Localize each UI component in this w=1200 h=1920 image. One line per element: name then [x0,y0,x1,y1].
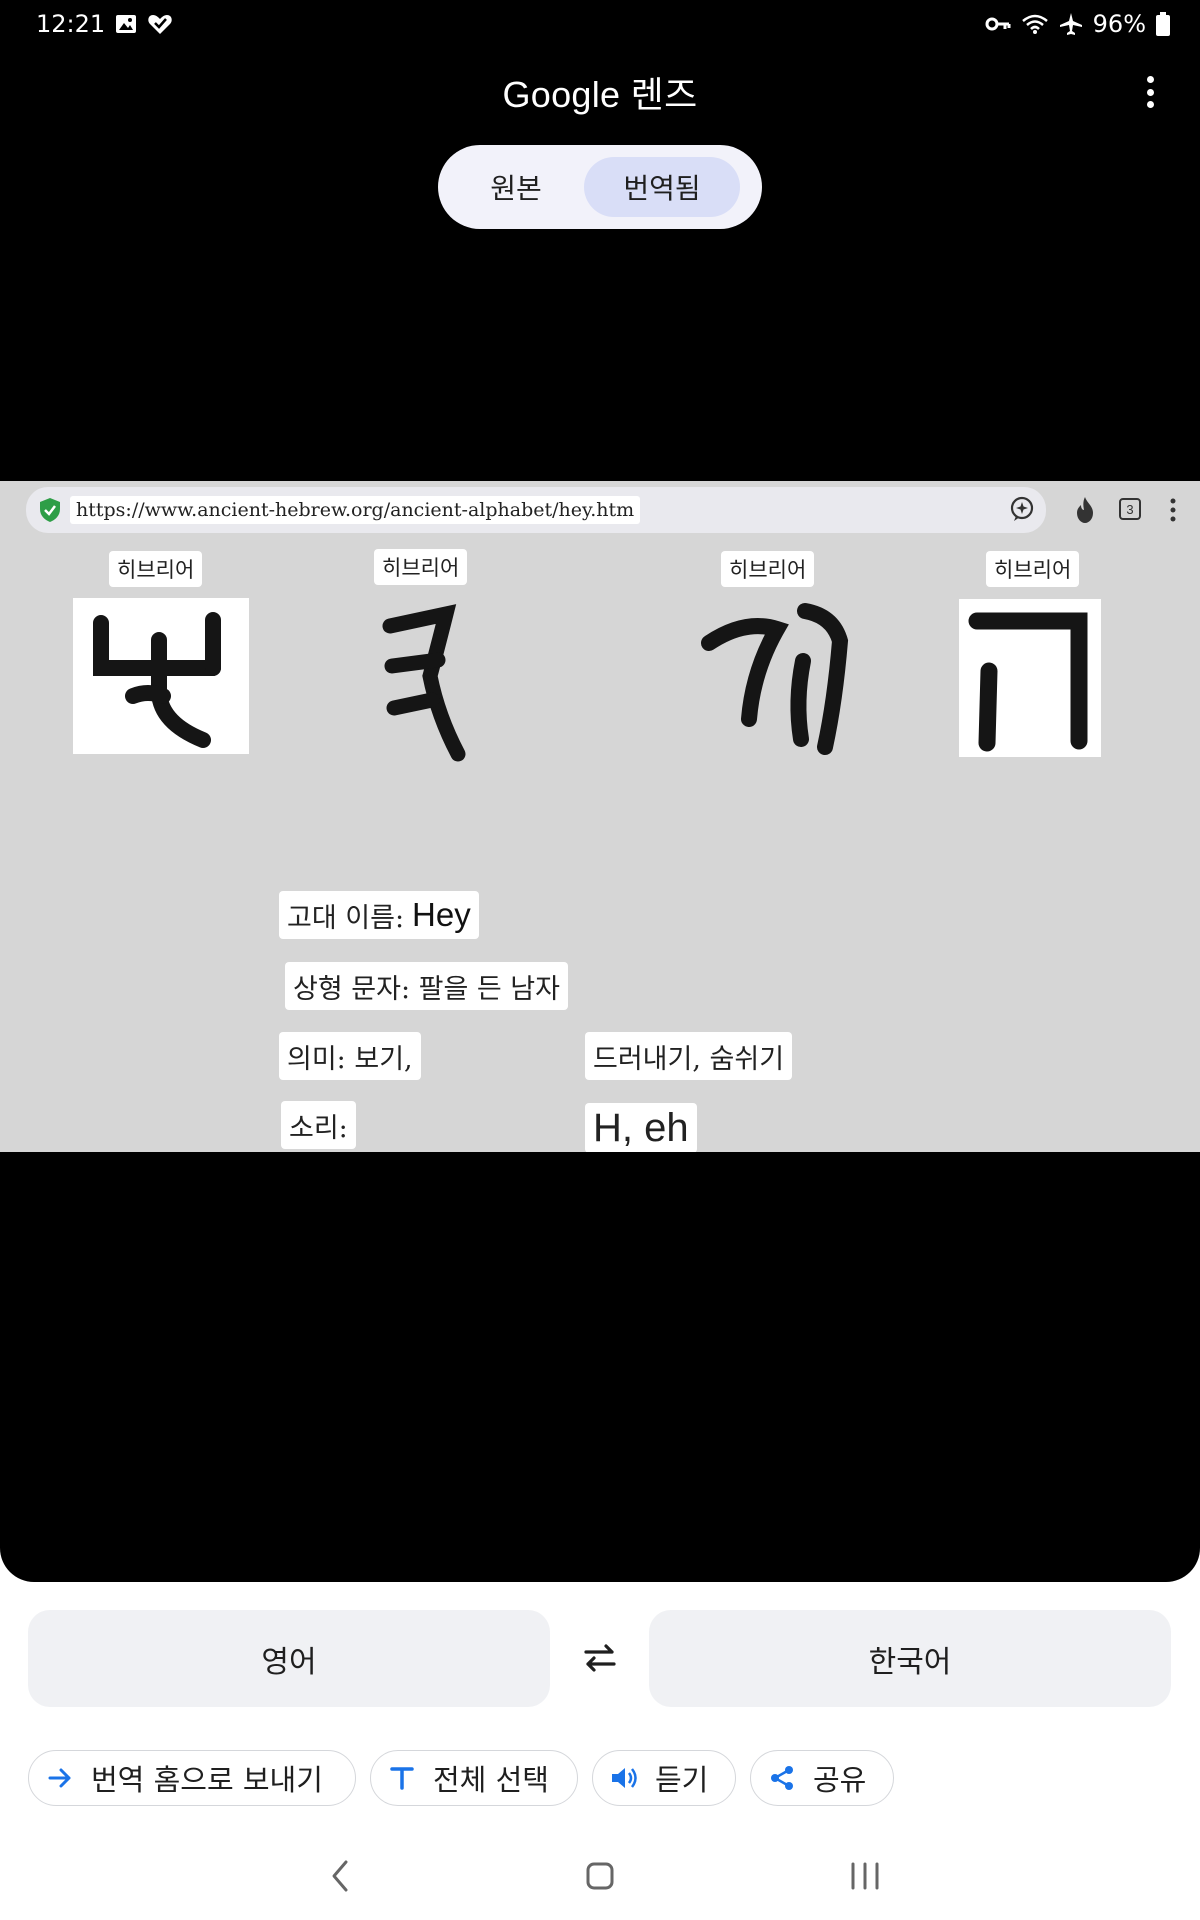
recent-apps-icon[interactable] [848,1858,882,1894]
script-label-4: 히브리어 [986,551,1080,587]
heart-check-notification-icon [148,15,172,34]
more-vert-icon [1146,76,1154,83]
select-all-button[interactable]: 전체 선택 [370,1750,578,1806]
text-icon [385,1761,419,1795]
hey-pictograph-glyph [73,598,249,754]
target-language-button[interactable]: 한국어 [649,1610,1171,1707]
status-time: 12:21 [36,10,106,38]
status-bar: 12:21 96% [36,6,1170,42]
view-toggle: 원본 번역됨 [438,145,762,229]
ancient-name-value: Hey [412,896,471,933]
listen-button[interactable]: 듣기 [592,1750,736,1806]
select-all-label: 전체 선택 [433,1763,549,1797]
listen-label: 듣기 [655,1763,709,1797]
vpn-key-icon [985,17,1011,31]
tab-count-icon: 3 [1119,498,1141,520]
secure-shield-icon [40,498,60,522]
battery-icon [1156,12,1170,36]
wifi-icon [1021,14,1048,34]
back-icon[interactable] [326,1858,356,1894]
meaning-label: 의미: 보기, [279,1032,421,1080]
ancient-name-row: 고대 이름: Hey [279,891,479,939]
app-title: Google 렌즈 [502,74,698,115]
swap-languages-icon[interactable] [580,1638,620,1678]
share-label: 공유 [813,1763,867,1797]
pictograph-row: 상형 문자: 팔을 든 남자 [285,962,568,1010]
more-options-button[interactable] [1134,72,1166,112]
meaning-value: 드러내기, 숨쉬기 [585,1032,793,1080]
send-to-translate-home-label: 번역 홈으로 보내기 [91,1763,323,1797]
system-navigation-bar [0,1850,1200,1910]
home-icon[interactable] [584,1858,616,1894]
assistant-icon [1010,496,1034,521]
gallery-notification-icon [116,15,137,33]
send-to-translate-home-button[interactable]: 번역 홈으로 보내기 [28,1750,356,1806]
script-label-1: 히브리어 [109,551,203,587]
speaker-icon [607,1761,641,1795]
sound-value: H, eh [585,1103,697,1152]
image-viewer: 12:21 96% Google 렌즈 원본 번역됨 https://www.a… [0,0,1200,1582]
script-label-2: 히브리어 [374,549,468,585]
airplane-mode-icon [1059,13,1082,35]
hey-middle-glyph [701,603,849,755]
hey-early-glyph [382,604,466,762]
hey-modern-glyph [959,599,1101,757]
svg-text:3: 3 [1126,502,1133,517]
page-url: https://www.ancient-hebrew.org/ancient-a… [70,496,641,524]
share-button[interactable]: 공유 [750,1750,894,1806]
battery-percent: 96% [1092,10,1146,38]
flame-icon [1077,497,1093,523]
toggle-translated[interactable]: 번역됨 [584,157,740,217]
source-language-button[interactable]: 영어 [28,1610,550,1707]
arrow-right-icon [43,1761,77,1795]
share-icon [765,1761,799,1795]
ancient-name-label: 고대 이름: [287,902,405,934]
sound-label: 소리: [281,1101,356,1149]
browser-address-bar: https://www.ancient-hebrew.org/ancient-a… [26,487,1046,533]
browser-menu-icon [1170,498,1176,522]
script-label-3: 히브리어 [721,551,815,587]
toggle-original[interactable]: 원본 [448,157,584,217]
translated-image: https://www.ancient-hebrew.org/ancient-a… [0,481,1200,1152]
